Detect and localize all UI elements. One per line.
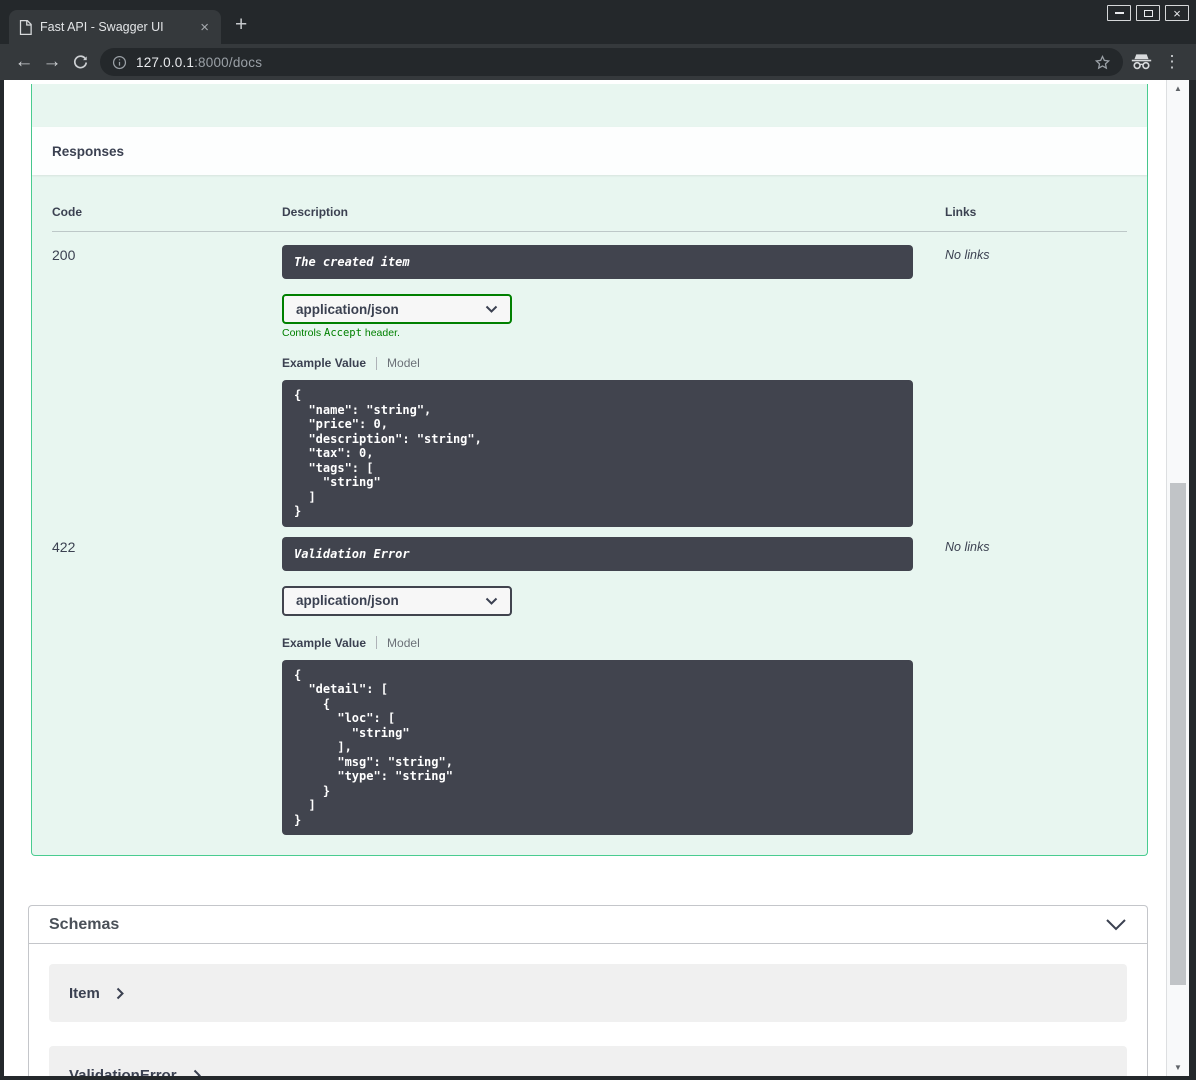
address-bar[interactable]: 127.0.0.1:8000/docs [100, 48, 1123, 76]
window-minimize-button[interactable] [1107, 5, 1131, 21]
scroll-up-icon[interactable]: ▲ [1167, 84, 1189, 93]
tab-divider [376, 356, 378, 370]
responses-table-header: Code Description Links [52, 205, 1127, 232]
page-info-icon[interactable] [112, 55, 127, 70]
post-opblock-body: Responses Code Description Links 200 The… [31, 84, 1148, 856]
url-text: 127.0.0.1:8000/docs [136, 55, 262, 70]
url-path: :8000/docs [194, 54, 263, 70]
models-list: Item ValidationError [29, 944, 1147, 1076]
schemas-title: Schemas [49, 915, 120, 933]
response-description: Validation Error [282, 536, 913, 571]
media-type-value: application/json [296, 301, 399, 317]
tab-close-icon[interactable]: × [196, 19, 213, 36]
forward-icon[interactable]: → [38, 48, 66, 76]
model-item[interactable]: Item [49, 964, 1127, 1022]
response-description-cell: The created item application/json Contro… [282, 245, 945, 527]
window-controls: × [1107, 5, 1189, 21]
response-description-cell: Validation Error application/json Exampl… [282, 536, 945, 835]
browser-tab[interactable]: Fast API - Swagger UI × [9, 10, 221, 44]
example-model-tabs: Example Value Model [282, 356, 945, 370]
chevron-down-icon [485, 305, 498, 313]
browser-toolbar: ← → 127.0.0.1:8000/docs ⋮ [0, 44, 1196, 80]
toolbar-extras: ⋮ [1131, 52, 1186, 72]
accept-note-part: Controls [282, 327, 325, 339]
reload-icon[interactable] [66, 48, 94, 76]
bookmark-star-icon[interactable] [1094, 54, 1111, 71]
document-favicon [19, 19, 32, 35]
responses-table: Code Description Links 200 The created i… [32, 175, 1147, 835]
response-row-200: 200 The created item application/json Co… [52, 232, 1127, 527]
media-type-select[interactable]: application/json [282, 294, 512, 324]
swagger-page: Responses Code Description Links 200 The… [4, 80, 1166, 1076]
column-header-links: Links [945, 205, 977, 219]
window-close-button[interactable]: × [1165, 5, 1189, 21]
incognito-icon [1131, 53, 1152, 71]
chevron-right-icon [116, 987, 124, 999]
minimize-icon [1114, 12, 1124, 14]
tab-divider [376, 636, 378, 649]
accept-header-note: Controls Accept header. [282, 327, 945, 339]
model-name: ValidationError [69, 1066, 177, 1077]
model-item[interactable]: ValidationError [49, 1046, 1127, 1076]
url-host: 127.0.0.1 [136, 54, 195, 70]
response-links: No links [945, 539, 990, 554]
example-json-block: { "name": "string", "price": 0, "descrip… [282, 380, 913, 527]
response-description: The created item [282, 245, 913, 279]
model-name: Item [69, 984, 100, 1002]
menu-dots-icon[interactable]: ⋮ [1162, 52, 1182, 72]
tab-example-value[interactable]: Example Value [282, 636, 366, 650]
scroll-down-icon[interactable]: ▼ [1167, 1063, 1189, 1072]
example-model-tabs: Example Value Model [282, 636, 945, 650]
tab-title: Fast API - Swagger UI [40, 20, 164, 34]
maximize-icon [1143, 9, 1153, 17]
media-type-select[interactable]: application/json [282, 585, 512, 616]
chevron-right-icon [193, 1069, 201, 1076]
column-header-description: Description [282, 205, 349, 219]
page-scrollbar: ▲ ▼ [1166, 80, 1189, 1076]
window-maximize-button[interactable] [1136, 5, 1160, 21]
chevron-down-icon [485, 597, 498, 605]
tab-strip: Fast API - Swagger UI × + × [0, 0, 1196, 44]
accept-note-part: Accept [324, 327, 362, 339]
back-icon[interactable]: ← [10, 48, 38, 76]
schemas-section: Schemas Item ValidationError [28, 905, 1148, 1076]
media-type-value: application/json [296, 593, 399, 608]
response-row-422: 422 Validation Error application/json Ex… [52, 527, 1127, 835]
response-code: 200 [52, 247, 76, 263]
response-code: 422 [52, 538, 76, 555]
scrollbar-thumb[interactable] [1170, 483, 1186, 985]
chevron-down-icon[interactable] [1105, 918, 1127, 931]
schemas-header[interactable]: Schemas [29, 906, 1147, 944]
tab-model[interactable]: Model [387, 636, 420, 650]
responses-title: Responses [52, 143, 125, 159]
responses-section-header: Responses [32, 127, 1147, 175]
accept-note-part: header. [361, 327, 400, 339]
tab-example-value[interactable]: Example Value [282, 356, 366, 370]
example-json-block: { "detail": [ { "loc": [ "string" ], "ms… [282, 659, 913, 835]
tab-model[interactable]: Model [387, 356, 420, 370]
response-links: No links [945, 248, 990, 262]
column-header-code: Code [52, 205, 82, 219]
new-tab-button[interactable]: + [235, 13, 247, 37]
